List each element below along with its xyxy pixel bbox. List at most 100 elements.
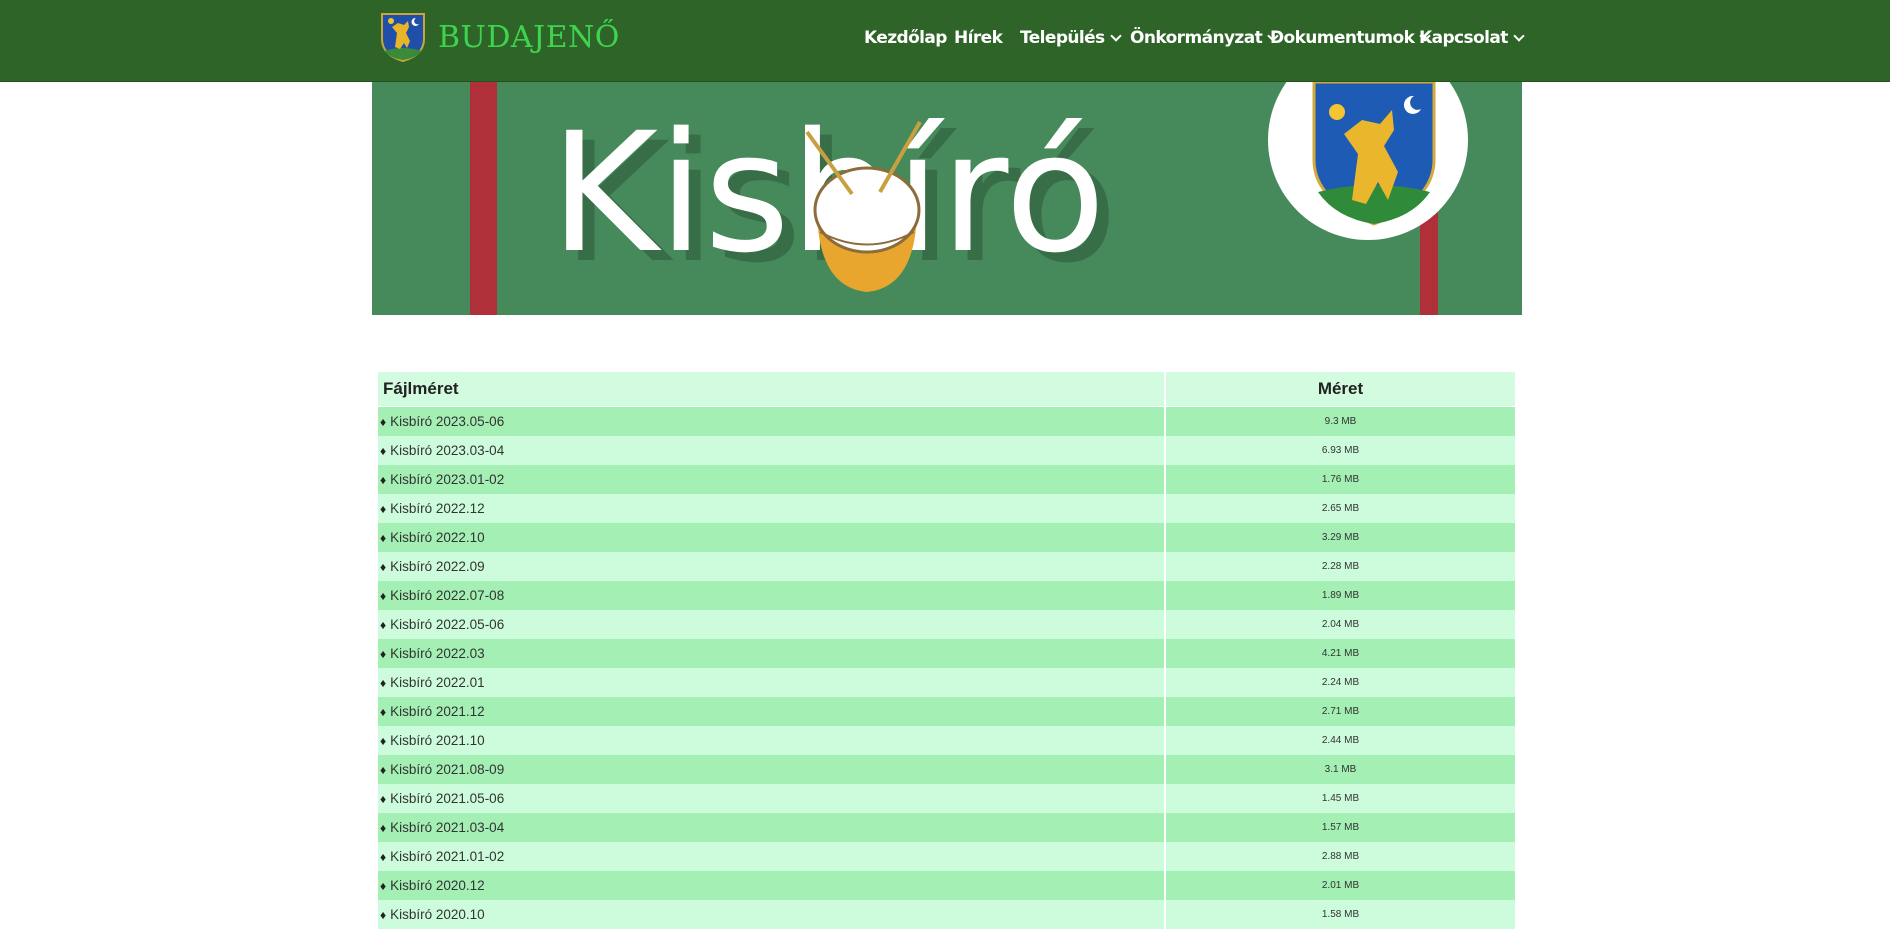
diamond-bullet-icon: ♦ — [380, 560, 387, 574]
file-name-cell: ♦ Kisbíró 2022.07-08 — [378, 581, 1166, 610]
diamond-bullet-icon: ♦ — [380, 502, 387, 516]
file-link[interactable]: Kisbíró 2022.07-08 — [390, 588, 504, 603]
chevron-down-icon — [1513, 30, 1525, 42]
file-link[interactable]: Kisbíró 2020.10 — [390, 907, 485, 922]
file-link[interactable]: Kisbíró 2022.05-06 — [390, 617, 504, 632]
file-size-cell: 1.57 MB — [1166, 813, 1515, 842]
chevron-down-icon — [1109, 30, 1122, 42]
file-name-cell: ♦ Kisbíró 2022.10 — [378, 523, 1166, 552]
file-link[interactable]: Kisbíró 2022.01 — [390, 675, 485, 690]
file-link[interactable]: Kisbíró 2022.09 — [390, 559, 485, 574]
diamond-bullet-icon: ♦ — [380, 589, 387, 603]
file-size-cell: 2.01 MB — [1166, 871, 1515, 900]
table-header-row: Fájlméret Méret — [378, 372, 1515, 407]
file-link[interactable]: Kisbíró 2023.01-02 — [390, 472, 504, 487]
diamond-bullet-icon: ♦ — [380, 531, 387, 545]
file-size-cell: 1.76 MB — [1166, 465, 1515, 494]
diamond-bullet-icon: ♦ — [380, 879, 387, 893]
nav-item-kapcsolat[interactable]: Kapcsolat — [1419, 26, 1525, 50]
file-link[interactable]: Kisbíró 2021.12 — [390, 704, 485, 719]
nav-item-dokumentumok[interactable]: Dokumentumok — [1270, 26, 1431, 50]
file-size-cell: 2.44 MB — [1166, 726, 1515, 755]
file-link[interactable]: Kisbíró 2022.12 — [390, 501, 485, 516]
nav-item-telepules[interactable]: Település — [1020, 26, 1122, 50]
site-logo-link[interactable]: BUDAJENŐ — [378, 11, 620, 63]
diamond-bullet-icon: ♦ — [380, 792, 387, 806]
file-size-cell: 2.28 MB — [1166, 552, 1515, 581]
table-row: ♦ Kisbíró 2021.10 2.44 MB — [378, 726, 1515, 755]
diamond-bullet-icon: ♦ — [380, 618, 387, 632]
diamond-bullet-icon: ♦ — [380, 676, 387, 690]
diamond-bullet-icon: ♦ — [380, 415, 387, 429]
banner-stripe-left — [470, 82, 497, 315]
file-name-cell: ♦ Kisbíró 2022.12 — [378, 494, 1166, 523]
file-name-cell: ♦ Kisbíró 2022.05-06 — [378, 610, 1166, 639]
file-link[interactable]: Kisbíró 2021.01-02 — [390, 849, 504, 864]
file-size-cell: 9.3 MB — [1166, 407, 1515, 436]
nav-item-onkormanyzat[interactable]: Önkormányzat — [1130, 26, 1279, 50]
kisbiro-banner: Kisbíró Kisbíró — [372, 82, 1522, 315]
site-name: BUDAJENŐ — [438, 19, 620, 55]
file-name-cell: ♦ Kisbíró 2022.09 — [378, 552, 1166, 581]
file-link[interactable]: Kisbíró 2021.05-06 — [390, 791, 504, 806]
table-row: ♦ Kisbíró 2023.05-06 9.3 MB — [378, 407, 1515, 436]
table-row: ♦ Kisbíró 2020.12 2.01 MB — [378, 871, 1515, 900]
file-name-cell: ♦ Kisbíró 2020.12 — [378, 871, 1166, 900]
file-size-cell: 2.71 MB — [1166, 697, 1515, 726]
table-row: ♦ Kisbíró 2021.08-09 3.1 MB — [378, 755, 1515, 784]
file-list: ♦ Kisbíró 2023.05-06 9.3 MB ♦ Kisbíró 2023.0… — [378, 407, 1515, 929]
coat-of-arms-icon — [381, 13, 425, 63]
diamond-bullet-icon: ♦ — [380, 763, 387, 777]
table-row: ♦ Kisbíró 2021.01-02 2.88 MB — [378, 842, 1515, 871]
diamond-bullet-icon: ♦ — [380, 734, 387, 748]
file-name-cell: ♦ Kisbíró 2023.03-04 — [378, 436, 1166, 465]
table-row: ♦ Kisbíró 2022.05-06 2.04 MB — [378, 610, 1515, 639]
diamond-bullet-icon: ♦ — [380, 444, 387, 458]
table-row: ♦ Kisbíró 2021.05-06 1.45 MB — [378, 784, 1515, 813]
table-row: ♦ Kisbíró 2022.09 2.28 MB — [378, 552, 1515, 581]
diamond-bullet-icon: ♦ — [380, 821, 387, 835]
file-link[interactable]: Kisbíró 2021.03-04 — [390, 820, 504, 835]
table-row: ♦ Kisbíró 2022.01 2.24 MB — [378, 668, 1515, 697]
file-name-cell: ♦ Kisbíró 2021.01-02 — [378, 842, 1166, 871]
file-link[interactable]: Kisbíró 2021.10 — [390, 733, 485, 748]
table-row: ♦ Kisbíró 2021.12 2.71 MB — [378, 697, 1515, 726]
file-size-cell: 2.04 MB — [1166, 610, 1515, 639]
nav-item-hirek[interactable]: Hírek — [954, 26, 1003, 50]
file-link[interactable]: Kisbíró 2022.10 — [390, 530, 485, 545]
table-row: ♦ Kisbíró 2021.03-04 1.57 MB — [378, 813, 1515, 842]
file-size-cell: 3.29 MB — [1166, 523, 1515, 552]
table-row: ♦ Kisbíró 2020.10 1.58 MB — [378, 900, 1515, 929]
file-name-cell: ♦ Kisbíró 2021.08-09 — [378, 755, 1166, 784]
table-row: ♦ Kisbíró 2022.10 3.29 MB — [378, 523, 1515, 552]
file-name-cell: ♦ Kisbíró 2022.01 — [378, 668, 1166, 697]
table-row: ♦ Kisbíró 2023.01-02 1.76 MB — [378, 465, 1515, 494]
file-link[interactable]: Kisbíró 2023.03-04 — [390, 443, 504, 458]
file-size-cell: 2.88 MB — [1166, 842, 1515, 871]
file-link[interactable]: Kisbíró 2023.05-06 — [390, 414, 504, 429]
diamond-bullet-icon: ♦ — [380, 850, 387, 864]
file-name-cell: ♦ Kisbíró 2022.03 — [378, 639, 1166, 668]
file-name-cell: ♦ Kisbíró 2021.12 — [378, 697, 1166, 726]
site-header: BUDAJENŐ Kezdőlap Hírek Település Önkorm… — [0, 0, 1890, 82]
file-name-cell: ♦ Kisbíró 2020.10 — [378, 900, 1166, 929]
file-size-cell: 2.24 MB — [1166, 668, 1515, 697]
file-link[interactable]: Kisbíró 2021.08-09 — [390, 762, 504, 777]
file-link[interactable]: Kisbíró 2020.12 — [390, 878, 485, 893]
column-header-name: Fájlméret — [378, 372, 1166, 407]
file-name-cell: ♦ Kisbíró 2023.05-06 — [378, 407, 1166, 436]
file-size-cell: 1.89 MB — [1166, 581, 1515, 610]
diamond-bullet-icon: ♦ — [380, 647, 387, 661]
file-name-cell: ♦ Kisbíró 2021.05-06 — [378, 784, 1166, 813]
table-row: ♦ Kisbíró 2022.12 2.65 MB — [378, 494, 1515, 523]
file-size-cell: 1.58 MB — [1166, 900, 1515, 929]
nav-item-kezdolap[interactable]: Kezdőlap — [864, 26, 947, 50]
diamond-bullet-icon: ♦ — [380, 473, 387, 487]
column-header-size: Méret — [1166, 372, 1515, 407]
file-size-cell: 2.65 MB — [1166, 494, 1515, 523]
file-size-cell: 3.1 MB — [1166, 755, 1515, 784]
diamond-bullet-icon: ♦ — [380, 908, 387, 922]
file-name-cell: ♦ Kisbíró 2021.10 — [378, 726, 1166, 755]
file-link[interactable]: Kisbíró 2022.03 — [390, 646, 485, 661]
file-size-table: Fájlméret Méret ♦ Kisbíró 2023.05-06 9.3 M… — [378, 372, 1515, 929]
